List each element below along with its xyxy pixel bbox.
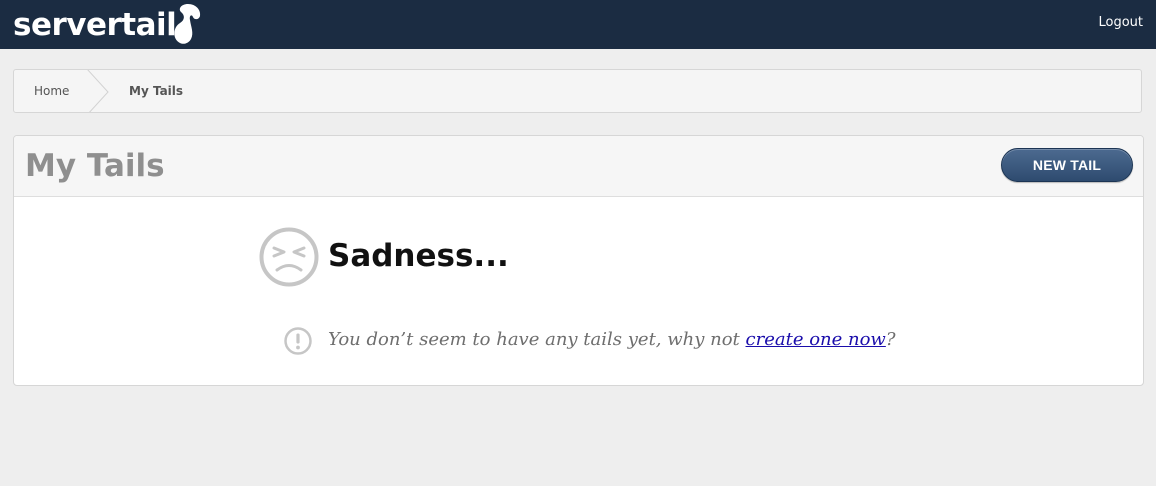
breadcrumb-separator bbox=[87, 70, 109, 112]
top-navbar: servertail Logout bbox=[0, 0, 1156, 49]
my-tails-panel: My Tails NEW TAIL Sadness... You don’t s… bbox=[13, 135, 1144, 386]
empty-state-message: You don’t seem to have any tails yet, wh… bbox=[328, 329, 896, 350]
squirrel-tail-icon bbox=[174, 4, 201, 44]
breadcrumb: Home My Tails bbox=[13, 69, 1142, 113]
exclamation-circle-icon bbox=[284, 327, 312, 355]
breadcrumb-home[interactable]: Home bbox=[34, 84, 69, 98]
message-prefix: You don’t seem to have any tails yet, wh… bbox=[328, 329, 746, 350]
logout-link[interactable]: Logout bbox=[1098, 15, 1143, 30]
empty-state-heading: Sadness... bbox=[328, 238, 509, 274]
servertail-logo[interactable]: servertail bbox=[13, 3, 202, 47]
panel-header: My Tails NEW TAIL bbox=[14, 136, 1143, 197]
new-tail-button[interactable]: NEW TAIL bbox=[1001, 148, 1133, 182]
message-suffix: ? bbox=[885, 329, 896, 350]
logo-text: servertail bbox=[13, 7, 177, 43]
page-title: My Tails bbox=[25, 148, 165, 184]
breadcrumb-current: My Tails bbox=[129, 84, 184, 98]
create-tail-link[interactable]: create one now bbox=[746, 329, 886, 350]
sad-face-icon bbox=[259, 227, 319, 287]
